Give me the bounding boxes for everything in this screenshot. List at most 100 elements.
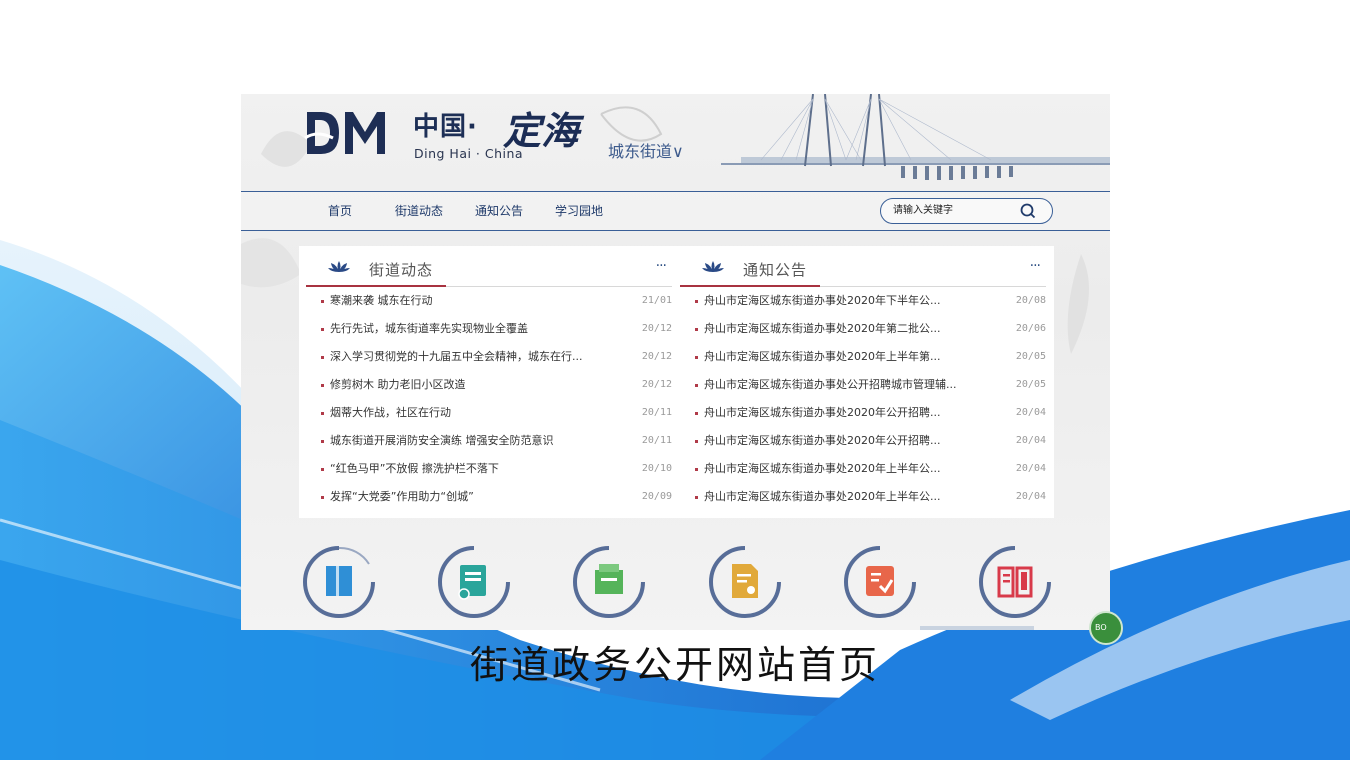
bullet: [321, 300, 324, 303]
news-date: 20/12: [641, 379, 672, 390]
notice-title: 舟山市定海区城东街道办事处公开招聘城市管理辅...: [704, 378, 957, 391]
notice-title: 舟山市定海区城东街道办事处2020年上半年公...: [704, 490, 941, 503]
quick-links: [241, 539, 1110, 629]
lotus-icon: [702, 261, 724, 272]
news-date: 20/11: [641, 435, 672, 446]
slide-caption: 街道政务公开网站首页: [469, 643, 880, 687]
notice-date: 20/05: [1015, 379, 1046, 390]
bullet: [695, 300, 698, 303]
scroll-indicator: [920, 626, 1034, 630]
notice-date: 20/08: [1015, 295, 1046, 306]
panel-title: 街道动态: [369, 261, 434, 279]
bullet: [695, 384, 698, 387]
search-input[interactable]: [893, 203, 1013, 218]
bullet: [321, 384, 324, 387]
notice-title: 舟山市定海区城东街道办事处2020年上半年第...: [704, 350, 941, 363]
news-date: 20/12: [641, 351, 672, 362]
bullet: [321, 412, 324, 415]
logo-chinese-text: 中国·: [413, 112, 478, 142]
bullet: [321, 468, 324, 471]
news-date: 20/10: [641, 463, 672, 474]
notice-date: 20/05: [1015, 351, 1046, 362]
news-list: 寒潮来袭 城东在行动 21/01 先行先试，城东街道率先实现物业全覆盖 20/12 …: [306, 287, 672, 511]
bullet: [695, 356, 698, 359]
bullet: [321, 440, 324, 443]
district-selector[interactable]: 城东街道∨: [608, 138, 684, 162]
notice-item[interactable]: 舟山市定海区城东街道办事处2020年公开招聘... 20/04: [680, 427, 1046, 455]
notice-date: 20/04: [1015, 407, 1046, 418]
panel-street-news: 街道动态 ··· 寒潮来袭 城东在行动 21/01 先行先试，城东街道率先实现物业…: [306, 246, 672, 511]
bullet: [695, 328, 698, 331]
nav-item-notices[interactable]: 通知公告: [475, 202, 523, 219]
nav-item-street-news[interactable]: 街道动态: [395, 202, 443, 219]
bullet: [321, 496, 324, 499]
news-item[interactable]: 修剪树木 助力老旧小区改造 20/12: [306, 371, 672, 399]
checklist-icon[interactable]: [840, 542, 920, 622]
news-date: 20/09: [641, 491, 672, 502]
notice-date: 20/04: [1015, 491, 1046, 502]
search-icon[interactable]: [1019, 202, 1037, 220]
notice-item[interactable]: 舟山市定海区城东街道办事处2020年上半年公... 20/04: [680, 483, 1046, 511]
bridge-illustration: [721, 94, 1110, 180]
book-icon[interactable]: [299, 542, 379, 622]
news-title: 先行先试，城东街道率先实现物业全覆盖: [330, 322, 528, 335]
news-item[interactable]: 烟蒂大作战，社区在行动 20/11: [306, 399, 672, 427]
logo-english-text: Ding Hai · China: [414, 146, 524, 161]
bullet: [695, 440, 698, 443]
notice-list: 舟山市定海区城东街道办事处2020年下半年公... 20/08 舟山市定海区城东街…: [680, 287, 1046, 511]
news-item[interactable]: 寒潮来袭 城东在行动 21/01: [306, 287, 672, 315]
news-item[interactable]: 城东街道开展消防安全演练 增强安全防范意识 20/11: [306, 427, 672, 455]
bullet: [695, 496, 698, 499]
notice-date: 20/04: [1015, 435, 1046, 446]
notice-item[interactable]: 舟山市定海区城东街道办事处2020年上半年第... 20/05: [680, 343, 1046, 371]
main-navigation: 首页 街道动态 通知公告 学习园地: [241, 191, 1110, 231]
document-user-icon[interactable]: [705, 542, 785, 622]
notice-date: 20/04: [1015, 463, 1046, 474]
nav-item-learning[interactable]: 学习园地: [555, 202, 603, 219]
bullet: [321, 356, 324, 359]
news-item[interactable]: 深入学习贯彻党的十九届五中全会精神，城东在行... 20/12: [306, 343, 672, 371]
panel-title: 通知公告: [743, 261, 808, 279]
notice-title: 舟山市定海区城东街道办事处2020年公开招聘...: [704, 406, 941, 419]
panel-header: 通知公告 ···: [680, 246, 1046, 287]
notice-item[interactable]: 舟山市定海区城东街道办事处公开招聘城市管理辅... 20/05: [680, 371, 1046, 399]
lotus-icon: [328, 261, 350, 272]
notice-title: 舟山市定海区城东街道办事处2020年上半年公...: [704, 462, 941, 475]
news-title: 寒潮来袭 城东在行动: [330, 294, 433, 307]
notice-item[interactable]: 舟山市定海区城东街道办事处2020年上半年公... 20/04: [680, 455, 1046, 483]
news-date: 20/12: [641, 323, 672, 334]
notice-item[interactable]: 舟山市定海区城东街道办事处2020年公开招聘... 20/04: [680, 399, 1046, 427]
news-title: 发挥“大党委”作用助力“创城”: [330, 490, 474, 503]
notice-item[interactable]: 舟山市定海区城东街道办事处2020年第二批公... 20/06: [680, 315, 1046, 343]
content-area: 街道动态 ··· 寒潮来袭 城东在行动 21/01 先行先试，城东街道率先实现物业…: [299, 246, 1054, 518]
news-title: “红色马甲”不放假 擦洗护栏不落下: [330, 462, 499, 475]
news-date: 20/11: [641, 407, 672, 418]
site-header: 中国· 定海 Ding Hai · China 城东街道∨: [241, 94, 1110, 191]
news-title: 烟蒂大作战，社区在行动: [330, 406, 451, 419]
more-button[interactable]: ···: [1030, 258, 1041, 274]
news-title: 深入学习贯彻党的十九届五中全会精神，城东在行...: [330, 350, 583, 363]
open-book-icon[interactable]: [975, 542, 1055, 622]
more-button[interactable]: ···: [656, 258, 667, 274]
bullet: [695, 412, 698, 415]
panel-notices: 通知公告 ··· 舟山市定海区城东街道办事处2020年下半年公... 20/08 …: [680, 246, 1046, 511]
notice-title: 舟山市定海区城东街道办事处2020年第二批公...: [704, 322, 941, 335]
website-screenshot: 中国· 定海 Ding Hai · China 城东街道∨ 首页 街道动态 通知…: [241, 94, 1110, 630]
nav-item-home[interactable]: 首页: [328, 202, 352, 219]
news-title: 修剪树木 助力老旧小区改造: [330, 378, 466, 391]
news-title: 城东街道开展消防安全演练 增强安全防范意识: [330, 434, 554, 447]
news-item[interactable]: 先行先试，城东街道率先实现物业全覆盖 20/12: [306, 315, 672, 343]
notice-title: 舟山市定海区城东街道办事处2020年公开招聘...: [704, 434, 941, 447]
notice-date: 20/06: [1015, 323, 1046, 334]
certificate-icon[interactable]: [434, 542, 514, 622]
dh-logo-icon: [304, 112, 385, 154]
notice-title: 舟山市定海区城东街道办事处2020年下半年公...: [704, 294, 941, 307]
bullet: [695, 468, 698, 471]
panel-header: 街道动态 ···: [306, 246, 672, 287]
bullet: [321, 328, 324, 331]
notice-item[interactable]: 舟山市定海区城东街道办事处2020年下半年公... 20/08: [680, 287, 1046, 315]
inbox-icon[interactable]: [569, 542, 649, 622]
news-item[interactable]: 发挥“大党委”作用助力“创城” 20/09: [306, 483, 672, 511]
search-box: [880, 198, 1053, 224]
news-item[interactable]: “红色马甲”不放假 擦洗护栏不落下 20/10: [306, 455, 672, 483]
